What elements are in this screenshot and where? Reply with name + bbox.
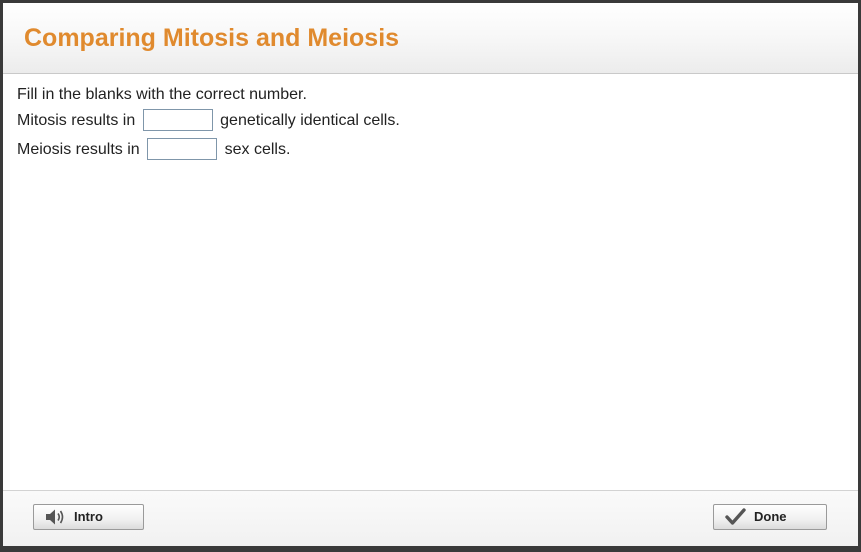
mitosis-answer-input[interactable] bbox=[142, 108, 213, 131]
question-text-after: genetically identical cells. bbox=[220, 112, 400, 129]
question-text-before: Meiosis results in bbox=[17, 141, 140, 158]
done-button[interactable]: Done bbox=[713, 504, 827, 530]
intro-button-label: Intro bbox=[74, 509, 103, 524]
question-row-meiosis: Meiosis results in sex cells. bbox=[17, 137, 400, 162]
question-row-mitosis: Mitosis results in genetically identical… bbox=[17, 108, 400, 138]
question-text-after: sex cells. bbox=[224, 141, 291, 158]
page-title: Comparing Mitosis and Meiosis bbox=[24, 24, 400, 52]
header: Comparing Mitosis and Meiosis bbox=[3, 3, 858, 74]
done-button-label: Done bbox=[754, 509, 787, 524]
footer-bar: Intro Done bbox=[3, 490, 858, 546]
checkmark-icon bbox=[725, 508, 746, 525]
question-text-before: Mitosis results in bbox=[17, 112, 136, 129]
question-area: Fill in the blanks with the correct numb… bbox=[17, 83, 400, 162]
speaker-icon bbox=[46, 509, 64, 525]
instructions: Fill in the blanks with the correct numb… bbox=[17, 86, 307, 103]
meiosis-answer-input[interactable] bbox=[147, 137, 218, 160]
activity-window: Comparing Mitosis and Meiosis Fill in th… bbox=[3, 3, 858, 546]
intro-button[interactable]: Intro bbox=[33, 504, 144, 530]
